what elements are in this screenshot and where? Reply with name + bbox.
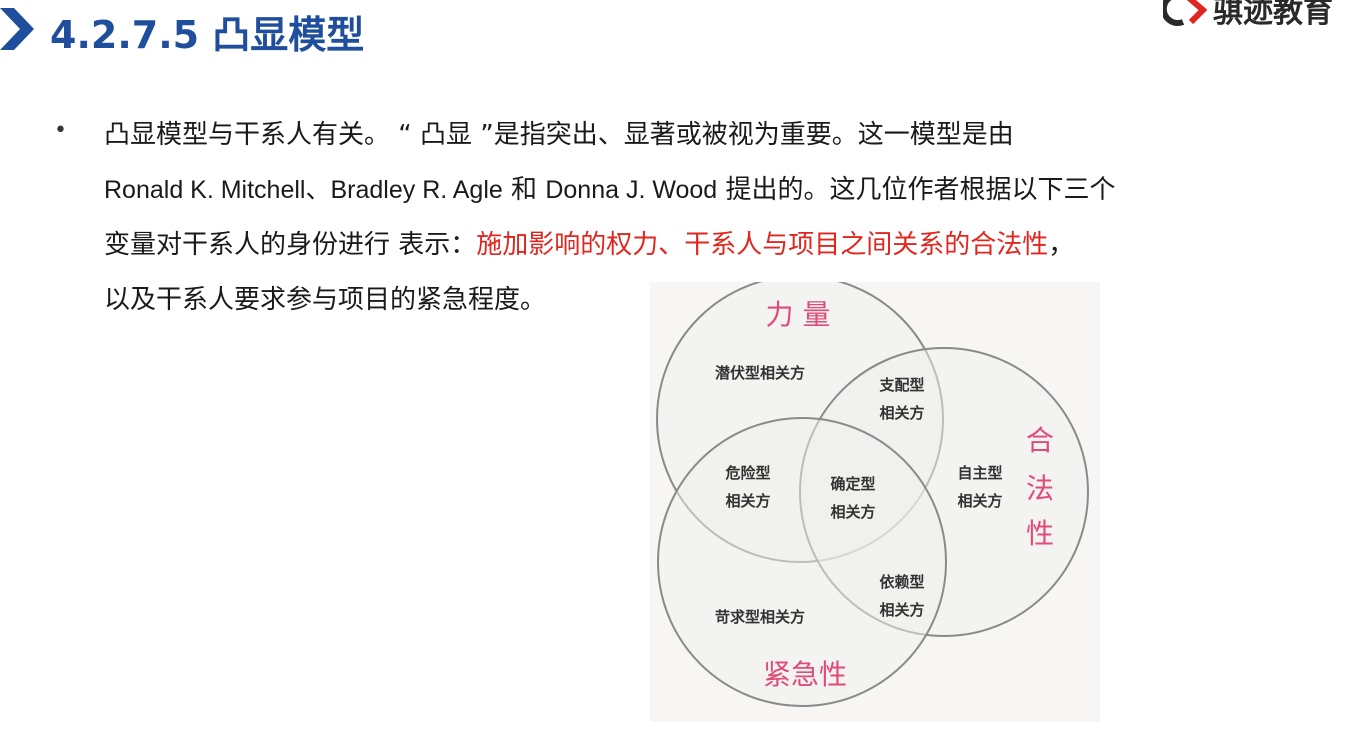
- bullet-dot: •: [54, 118, 67, 143]
- dominant-region-label-2: 相关方: [879, 404, 924, 422]
- line3-end-text: ，: [1048, 230, 1075, 260]
- urgency-label: 紧急性: [763, 658, 847, 691]
- definitive-region-label-1: 确定型: [830, 475, 875, 493]
- and-text: 和: [502, 175, 546, 205]
- latent-region-label: 潜伏型相关方: [715, 364, 805, 382]
- salience-venn-diagram: 力 量 合 法 性 紧急性 潜伏型相关方 支配型 相关方 自主型 相关方 危险型…: [650, 282, 1100, 722]
- brand-logo-icon: [1163, 0, 1207, 26]
- brand: 骐迹教育: [1163, 0, 1333, 30]
- authors-text: Ronald K. Mitchell、Bradley R. Agle: [104, 176, 503, 204]
- slide: 4.2.7.5 凸显模型 骐迹教育 • 凸显模型与干系人有关。 “ 凸显 ”是指…: [0, 0, 1361, 736]
- line3-plain-text: 变量对干系人的身份进行 表示：: [104, 230, 477, 260]
- dependent-region-label-1: 依赖型: [879, 573, 924, 591]
- highlighted-variables: 施加影响的权力、干系人与项目之间关系的合法性: [476, 230, 1049, 260]
- definitive-region-label-2: 相关方: [830, 503, 875, 521]
- dangerous-region-label-1: 危险型: [725, 464, 770, 482]
- dependent-region-label-2: 相关方: [879, 601, 924, 619]
- legitimacy-label-3: 性: [1026, 517, 1054, 550]
- chevron-right-icon: [0, 8, 34, 50]
- discretionary-region-label-2: 相关方: [957, 492, 1002, 510]
- legitimacy-label-2: 法: [1026, 472, 1054, 505]
- author3-text: Donna J. Wood: [545, 176, 718, 204]
- discretionary-region-label-1: 自主型: [957, 464, 1002, 482]
- page-title: 4.2.7.5 凸显模型: [50, 13, 365, 57]
- line2-rest-text: 提出的。这几位作者根据以下三个: [717, 175, 1116, 205]
- paragraph-line-2: Ronald K. Mitchell、Bradley R. Agle 和 Don…: [104, 163, 1304, 218]
- legitimacy-label-1: 合: [1026, 424, 1054, 457]
- brand-name: 骐迹教育: [1213, 0, 1333, 30]
- power-label: 力 量: [766, 298, 831, 331]
- paragraph-line-3: 变量对干系人的身份进行 表示：施加影响的权力、干系人与项目之间关系的合法性，: [104, 218, 1304, 273]
- dominant-region-label-1: 支配型: [878, 376, 924, 394]
- paragraph-line-1: 凸显模型与干系人有关。 “ 凸显 ”是指突出、显著或被视为重要。这一模型是由: [104, 120, 1014, 150]
- demanding-region-label: 苛求型相关方: [715, 608, 805, 626]
- dangerous-region-label-2: 相关方: [725, 492, 770, 510]
